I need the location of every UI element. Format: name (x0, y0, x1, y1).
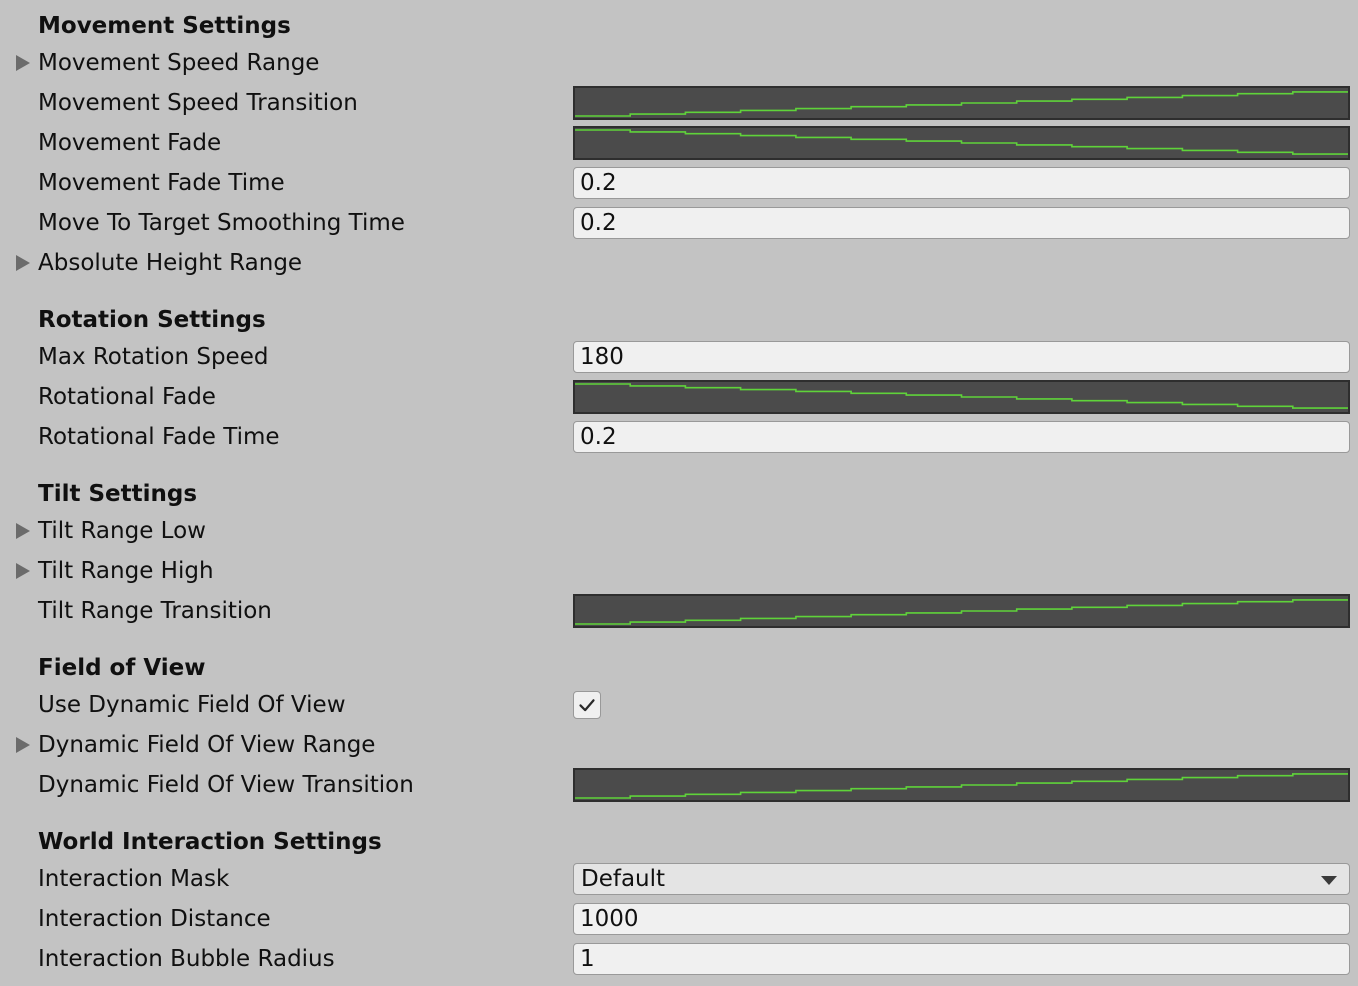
curve-field[interactable] (573, 86, 1350, 120)
float-field[interactable]: 0.2 (573, 167, 1350, 199)
section-header-movement: Movement Settings (38, 13, 291, 39)
float-field[interactable]: 0.2 (573, 421, 1350, 453)
row-max-rotation-speed: Max Rotation Speed 180 (0, 339, 1358, 375)
field-label: Movement Fade Time (38, 170, 285, 196)
section-header-rotation: Rotation Settings (38, 307, 266, 333)
curve-graph (575, 599, 1348, 625)
float-field[interactable]: 180 (573, 341, 1350, 373)
inspector-panel: Movement Settings Movement Speed Range M… (0, 0, 1358, 986)
interaction-mask-dropdown[interactable]: Default (573, 863, 1350, 895)
field-label: Tilt Range Low (38, 518, 206, 544)
section-header-field-of-view: Field of View (38, 655, 206, 681)
row-interaction-distance: Interaction Distance 1000 (0, 901, 1358, 937)
row-dynamic-fov-transition: Dynamic Field Of View Transition (0, 767, 1358, 803)
row-move-to-target-smoothing: Move To Target Smoothing Time 0.2 (0, 205, 1358, 241)
curve-line (575, 129, 1348, 155)
field-label: Rotational Fade Time (38, 424, 280, 450)
row-movement-fade: Movement Fade (0, 125, 1358, 161)
foldout-arrow-icon[interactable] (16, 55, 30, 71)
section-header-tilt: Tilt Settings (38, 481, 198, 507)
row-interaction-bubble-radius: Interaction Bubble Radius 1 (0, 941, 1358, 977)
curve-field[interactable] (573, 380, 1350, 414)
curve-line (575, 773, 1348, 799)
row-rotational-fade: Rotational Fade (0, 379, 1358, 415)
curve-field[interactable] (573, 768, 1350, 802)
field-label: Move To Target Smoothing Time (38, 210, 405, 236)
curve-field[interactable] (573, 594, 1350, 628)
field-label: Max Rotation Speed (38, 344, 269, 370)
field-label: Tilt Range High (38, 558, 214, 584)
foldout-arrow-icon[interactable] (16, 563, 30, 579)
row-use-dynamic-fov: Use Dynamic Field Of View (0, 687, 1358, 723)
field-label: Interaction Bubble Radius (38, 946, 335, 972)
field-label: Interaction Distance (38, 906, 271, 932)
row-movement-speed-transition: Movement Speed Transition (0, 85, 1358, 121)
field-label: Absolute Height Range (38, 250, 303, 276)
field-label: Movement Speed Transition (38, 90, 358, 116)
curve-field[interactable] (573, 126, 1350, 160)
field-label: Rotational Fade (38, 384, 216, 410)
foldout-arrow-icon[interactable] (16, 255, 30, 271)
foldout-movement-speed-range[interactable]: Movement Speed Range (0, 45, 1358, 81)
checkmark-icon (579, 699, 595, 712)
field-label: Dynamic Field Of View Range (38, 732, 376, 758)
row-interaction-mask: Interaction Mask Default (0, 861, 1358, 897)
curve-graph (575, 129, 1348, 155)
float-field[interactable]: 0.2 (573, 207, 1350, 239)
foldout-arrow-icon[interactable] (16, 523, 30, 539)
field-label: Interaction Mask (38, 866, 230, 892)
use-dynamic-fov-checkbox[interactable] (573, 691, 601, 719)
float-field[interactable]: 1 (573, 943, 1350, 975)
field-label: Use Dynamic Field Of View (38, 692, 346, 718)
foldout-arrow-icon[interactable] (16, 737, 30, 753)
row-tilt-range-transition: Tilt Range Transition (0, 593, 1358, 629)
curve-graph (575, 383, 1348, 409)
foldout-tilt-range-high[interactable]: Tilt Range High (0, 553, 1358, 589)
chevron-down-icon (1321, 876, 1337, 885)
row-movement-fade-time: Movement Fade Time 0.2 (0, 165, 1358, 201)
row-rotational-fade-time: Rotational Fade Time 0.2 (0, 419, 1358, 455)
field-label: Tilt Range Transition (38, 598, 272, 624)
field-label: Movement Speed Range (38, 50, 320, 76)
curve-line (575, 383, 1348, 409)
curve-line (575, 599, 1348, 625)
curve-graph (575, 91, 1348, 117)
curve-graph (575, 773, 1348, 799)
foldout-absolute-height-range[interactable]: Absolute Height Range (0, 245, 1358, 281)
field-label: Movement Fade (38, 130, 222, 156)
curve-line (575, 91, 1348, 117)
foldout-dynamic-fov-range[interactable]: Dynamic Field Of View Range (0, 727, 1358, 763)
dropdown-value: Default (581, 866, 666, 892)
float-field[interactable]: 1000 (573, 903, 1350, 935)
field-label: Dynamic Field Of View Transition (38, 772, 414, 798)
section-header-world-interaction: World Interaction Settings (38, 829, 382, 855)
foldout-tilt-range-low[interactable]: Tilt Range Low (0, 513, 1358, 549)
